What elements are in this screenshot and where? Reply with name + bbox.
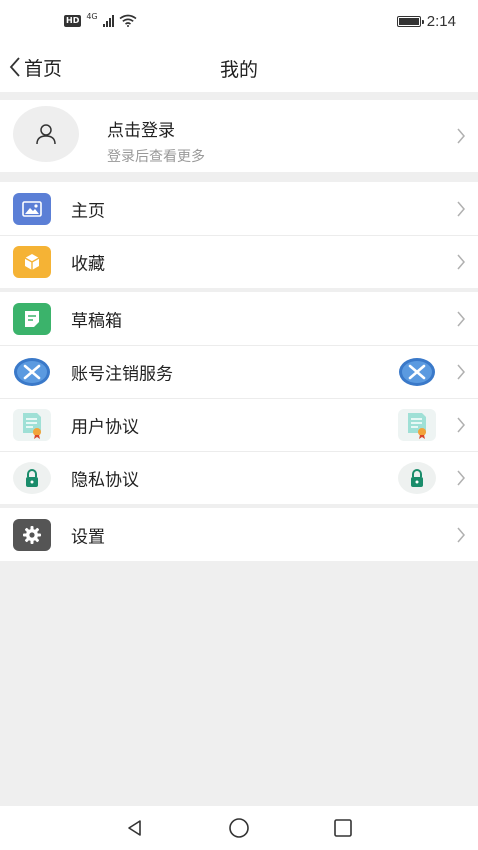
menu-label: 收藏 (71, 254, 105, 274)
menu-item-privacy[interactable]: 隐私协议 (0, 451, 478, 504)
page-title: 我的 (219, 59, 258, 81)
battery-fill (398, 18, 419, 25)
document-icon (13, 302, 51, 335)
x-circle-icon (13, 356, 51, 388)
chevron-right-icon (457, 417, 465, 432)
signal-icon (102, 14, 114, 27)
status-right: 2:14 (396, 13, 456, 30)
user-icon (36, 124, 56, 145)
menu-item-home[interactable]: 主页 (0, 182, 478, 235)
menu-item-account-cancel[interactable]: 账号注销服务 (0, 345, 478, 398)
menu-label: 草稿箱 (71, 311, 122, 331)
menu-group-2: 草稿箱 账号注销服务 用户协议 隐私协议 (0, 292, 478, 504)
system-nav-bar (0, 806, 478, 850)
wifi-icon (119, 14, 137, 27)
menu-label: 用户协议 (71, 417, 139, 437)
avatar (13, 106, 79, 162)
gear-icon (13, 518, 51, 551)
system-recents-button[interactable] (321, 810, 365, 846)
menu-label: 主页 (71, 201, 105, 221)
chevron-right-icon (457, 364, 465, 379)
hd-badge: HD (64, 14, 82, 27)
chevron-right-icon (457, 311, 465, 326)
status-bar: HD 4G 2:14 (0, 0, 478, 44)
status-time: 2:14 (426, 13, 456, 30)
certificate-icon (13, 408, 51, 441)
nav-bar: 首页 我的 (0, 44, 478, 92)
certificate-icon (398, 408, 436, 441)
network-type-label: 4G (86, 12, 98, 21)
system-back-button[interactable] (113, 810, 157, 846)
chevron-right-icon (457, 201, 465, 216)
system-home-button[interactable] (217, 810, 261, 846)
image-icon (13, 192, 51, 225)
home-circle-icon (229, 818, 249, 838)
menu-label: 隐私协议 (71, 470, 139, 490)
menu-label: 账号注销服务 (71, 364, 173, 384)
x-circle-icon (398, 356, 436, 388)
chevron-right-icon (457, 527, 465, 542)
box-icon (13, 245, 51, 278)
menu-group-3: 设置 (0, 508, 478, 561)
chevron-right-icon (457, 254, 465, 269)
menu-group-1: 主页 收藏 (0, 182, 478, 288)
status-left: HD 4G (64, 12, 137, 27)
chevron-right-icon (457, 128, 465, 144)
lock-icon (13, 461, 51, 494)
battery-icon (396, 16, 424, 27)
lock-icon (398, 461, 436, 494)
menu-item-user-agreement[interactable]: 用户协议 (0, 398, 478, 451)
chevron-right-icon (457, 470, 465, 485)
menu-item-settings[interactable]: 设置 (0, 508, 478, 561)
back-triangle-icon (128, 820, 141, 836)
login-card[interactable]: 点击登录 登录后查看更多 (0, 100, 478, 172)
menu-label: 设置 (71, 527, 105, 547)
menu-item-drafts[interactable]: 草稿箱 (0, 292, 478, 345)
recents-square-icon (334, 819, 352, 837)
login-title: 点击登录 (107, 121, 175, 141)
login-subtitle: 登录后查看更多 (107, 149, 205, 165)
menu-item-favorites[interactable]: 收藏 (0, 235, 478, 288)
